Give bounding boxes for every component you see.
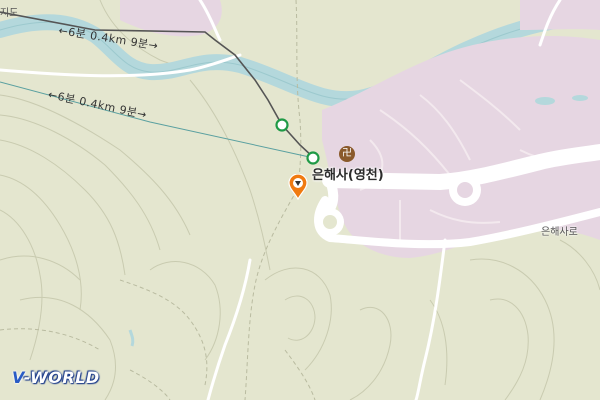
building-area-northeast <box>520 0 600 30</box>
roundabout-center <box>457 182 473 198</box>
partial-map-label: 지도 <box>0 8 19 19</box>
turnaround-center <box>323 215 337 229</box>
route-waypoint-icon[interactable] <box>306 151 320 165</box>
logo-v: V <box>12 368 24 387</box>
place-name-label[interactable]: 은해사(영천) <box>312 164 384 183</box>
map-view[interactable]: ←6분 0.4km 9분→ ←6분 0.4km 9분→ 지도 卍 은해사(영천)… <box>0 0 600 400</box>
road-name-label: 은해사로 <box>541 227 578 238</box>
map-canvas <box>0 0 600 400</box>
pond-small <box>572 95 588 101</box>
pond <box>535 97 555 105</box>
vworld-logo[interactable]: V-WORLD <box>12 368 100 387</box>
route-waypoint-icon[interactable] <box>275 118 289 132</box>
logo-world: -WORLD <box>23 368 100 387</box>
location-pin-icon[interactable] <box>288 174 308 200</box>
temple-icon[interactable]: 卍 <box>339 146 355 162</box>
